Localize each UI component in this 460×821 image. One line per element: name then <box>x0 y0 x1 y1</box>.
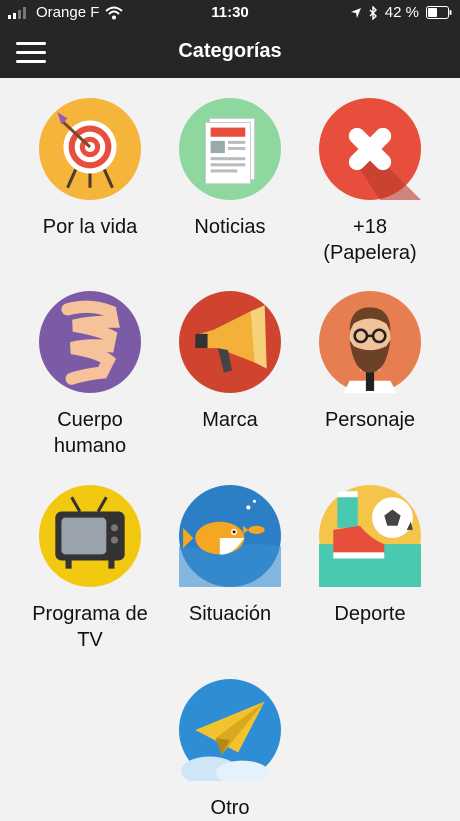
category-label: Programa de TV <box>32 603 148 651</box>
newspaper-icon <box>179 98 281 200</box>
category-grid: Por la vida Noticias +18 (Papelera) Cuer… <box>0 78 460 821</box>
target-icon <box>39 98 141 200</box>
soccer-icon <box>319 485 421 587</box>
page-title: Categorías <box>178 40 282 62</box>
category-personaje[interactable]: Personaje <box>300 291 440 433</box>
bluetooth-icon <box>369 5 377 20</box>
tv-icon <box>39 485 141 587</box>
x-mark-icon <box>319 98 421 200</box>
battery-icon <box>426 6 452 19</box>
category-por-la-vida[interactable]: Por la vida <box>20 98 160 240</box>
category-label: Otro <box>210 797 250 819</box>
category-cuerpo-humano[interactable]: Cuerpo humano <box>20 291 160 459</box>
category-label: Situación <box>188 603 272 625</box>
status-bar: Orange F 11:30 42 % <box>0 0 460 26</box>
bearded-man-icon <box>319 291 421 393</box>
category-label: Deporte <box>334 603 406 625</box>
fish-icon <box>179 485 281 587</box>
intestine-icon <box>39 291 141 393</box>
category-programa-de-tv[interactable]: Programa de TV <box>20 485 160 653</box>
category-situacion[interactable]: Situación <box>160 485 300 627</box>
category-label: Personaje <box>324 409 416 431</box>
category-label: Por la vida <box>42 216 138 238</box>
category-label: Cuerpo humano <box>53 409 127 457</box>
category-label: +18 (Papelera) <box>323 216 417 264</box>
paper-plane-icon <box>179 679 281 781</box>
megaphone-icon <box>179 291 281 393</box>
category-label: Noticias <box>194 216 266 238</box>
location-arrow-icon <box>350 7 361 18</box>
category-marca[interactable]: Marca <box>160 291 300 433</box>
category-label: Marca <box>202 409 258 431</box>
nav-bar: Categorías <box>0 26 460 78</box>
category-deporte[interactable]: Deporte <box>300 485 440 627</box>
category-papelera[interactable]: +18 (Papelera) <box>300 98 440 266</box>
category-otro[interactable]: Otro <box>160 679 300 821</box>
category-noticias[interactable]: Noticias <box>160 98 300 240</box>
battery-percent: 42 % <box>384 4 419 21</box>
